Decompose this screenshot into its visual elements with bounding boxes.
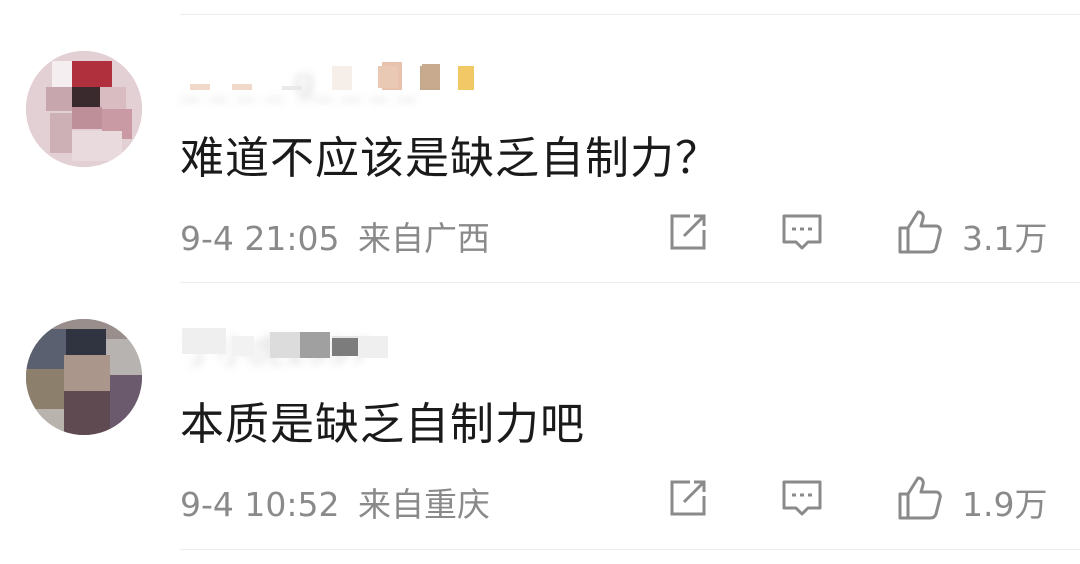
- thumbs-up-icon[interactable]: [896, 208, 944, 256]
- bottom-divider: [180, 549, 1080, 550]
- comment-meta: 9-4 10:52 来自重庆: [180, 478, 490, 526]
- comment-divider: [180, 282, 1080, 283]
- username-mosaic: [182, 328, 226, 354]
- username-mosaic: [190, 84, 210, 90]
- thumbs-up-icon[interactable]: [896, 474, 944, 522]
- location: 来自重庆: [358, 485, 490, 524]
- comment-icon[interactable]: [780, 210, 824, 254]
- comment-list: _ _ _ _ g_ _ _ _ 难道不应该是缺乏自制力？ 9-4 21:05 …: [0, 0, 1080, 564]
- timestamp: 9-4 21:05: [180, 219, 340, 258]
- avatar[interactable]: [26, 51, 142, 167]
- top-divider: [180, 14, 1080, 15]
- username[interactable]: 丁小虎1997: [182, 324, 462, 372]
- comment-meta: 9-4 21:05 来自广西: [180, 212, 490, 260]
- like-count: 3.1万: [962, 219, 1048, 258]
- share-icon[interactable]: [666, 210, 710, 254]
- comment-text: 难道不应该是缺乏自制力？: [180, 133, 720, 184]
- username[interactable]: _ _ _ _ g_ _ _ _: [182, 62, 474, 102]
- comment-text: 本质是缺乏自制力吧: [180, 399, 585, 450]
- comment-icon[interactable]: [780, 476, 824, 520]
- location: 来自广西: [358, 219, 490, 258]
- share-icon[interactable]: [666, 476, 710, 520]
- like-count: 1.9万: [962, 485, 1048, 524]
- timestamp: 9-4 10:52: [180, 485, 340, 524]
- avatar[interactable]: [26, 319, 142, 435]
